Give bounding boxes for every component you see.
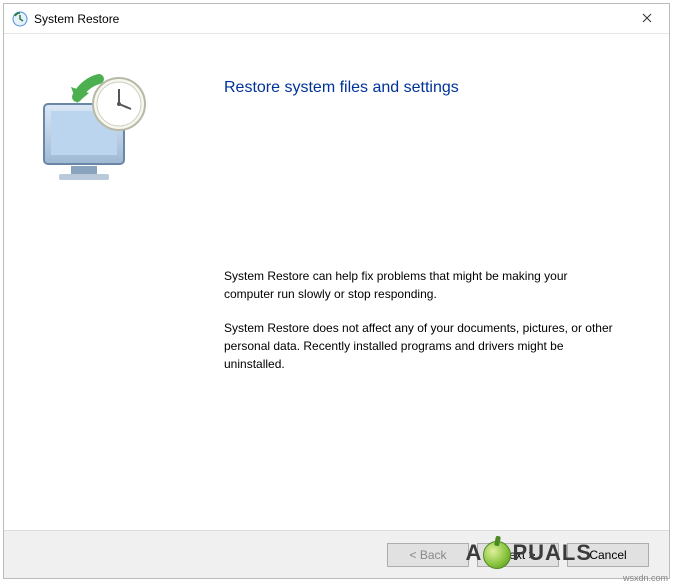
brand-leaf-icon: [483, 541, 511, 569]
content-pane: Restore system files and settings System…: [189, 34, 669, 530]
brand-text-suffix: PUALS: [512, 540, 592, 566]
page-heading: Restore system files and settings: [224, 79, 619, 97]
restore-monitor-clock-icon: [29, 188, 159, 202]
system-restore-icon: [12, 11, 28, 27]
close-icon: [642, 13, 652, 23]
system-restore-window: System Restore: [3, 3, 670, 579]
intro-paragraph-2: System Restore does not affect any of yo…: [224, 319, 619, 373]
title-bar: System Restore: [4, 4, 669, 34]
window-title: System Restore: [34, 12, 119, 26]
close-button[interactable]: [624, 4, 669, 32]
left-pane: [4, 34, 189, 530]
brand-text-prefix: A: [466, 540, 483, 566]
appuals-watermark-logo: A PUALS: [466, 539, 592, 567]
back-button[interactable]: < Back: [387, 543, 469, 567]
intro-paragraph-1: System Restore can help fix problems tha…: [224, 267, 619, 303]
dialog-body: Restore system files and settings System…: [4, 34, 669, 530]
